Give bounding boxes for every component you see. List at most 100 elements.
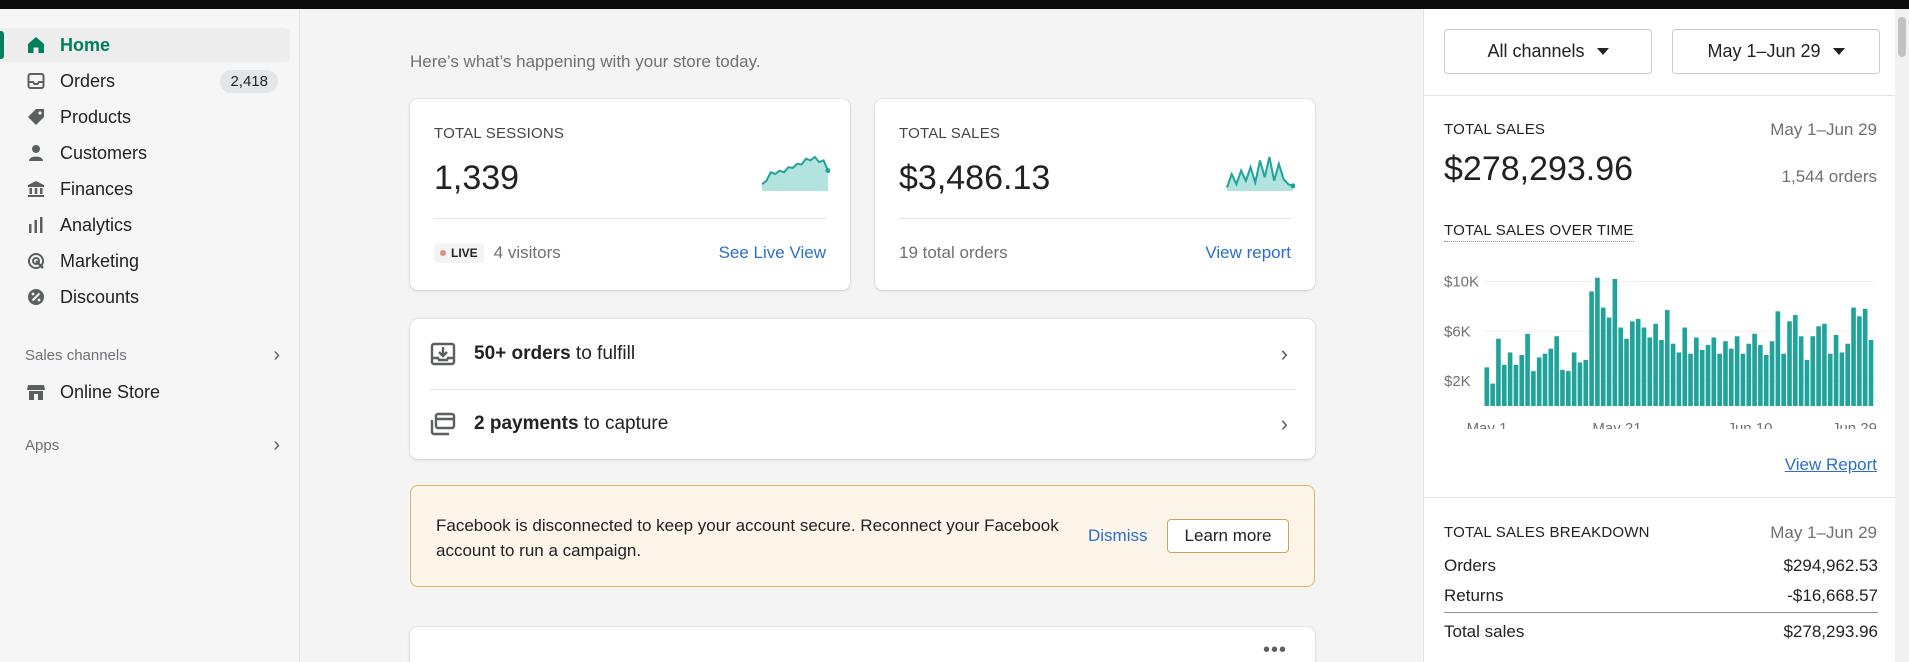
sidebar-item-label: Online Store [60,381,161,402]
channels-selector[interactable]: All channels [1444,29,1652,74]
x-tick-label: Jun 29 [1832,420,1877,429]
sales-bar [1857,316,1862,406]
sales-bar [1752,333,1757,406]
total-sales-range: May 1–Jun 29 [1770,120,1877,139]
payments-suffix: to capture [578,413,669,434]
breakdown-row-returns: Returns -$16,668.57 [1444,586,1878,606]
sales-bar [1519,354,1525,406]
sales-bar [1583,359,1589,406]
sales-bar [1589,291,1594,406]
banner-message: Facebook is disconnected to keep your ac… [436,516,1059,560]
view-report-link[interactable]: View report [1205,243,1291,263]
chevron-right-icon: › [1280,341,1288,366]
discount-icon [26,287,46,307]
fulfill-suffix: to fulfill [570,343,636,364]
breakdown-row-value: $294,962.53 [1783,556,1878,575]
sidebar-item-online-store[interactable]: Online Store [0,375,290,409]
y-tick-label: $6K [1444,323,1471,340]
sidebar-item-finances[interactable]: Finances [0,172,290,206]
sessions-footer: LIVE 4 visitors [434,243,561,263]
more-actions-icon[interactable]: ••• [1263,639,1287,662]
sales-bar [1647,337,1653,406]
sessions-sparkline [761,155,830,191]
dismiss-link[interactable]: Dismiss [1088,526,1148,546]
sales-over-time-title: TOTAL SALES OVER TIME [1444,222,1634,242]
sales-over-time-chart: $10K $6K $2K May 1 May 21 Jun 10 Jun 29 [1444,273,1877,429]
orders-to-fulfill-row[interactable]: 50+ orders to fulfill › [410,319,1314,389]
sales-channels-header[interactable]: Sales channels › [25,343,280,367]
promo-card: ••• [410,627,1315,662]
bank-icon [26,179,46,199]
breakdown-row-label: Orders [1444,556,1496,575]
sales-bar [1705,344,1711,406]
inbox-icon [26,71,46,91]
sessions-label: TOTAL SESSIONS [434,125,565,142]
sales-bar [1787,321,1792,406]
sales-bar [1664,310,1670,406]
divider [899,218,1291,219]
sessions-value: 1,339 [434,159,520,197]
live-label: LIVE [451,246,478,260]
sales-bar [1507,352,1513,406]
sales-bar [1793,315,1798,406]
y-tick-label: $2K [1444,373,1471,390]
sales-bar [1717,353,1722,406]
fulfill-count: 50+ orders [474,343,571,364]
sales-bar [1804,359,1810,406]
sidebar-item-orders[interactable]: Orders 2,418 [0,64,290,98]
sales-bar [1612,278,1618,406]
breakdown-row-value: -$16,668.57 [1787,586,1878,605]
payments-to-capture-row[interactable]: 2 payments to capture › [410,389,1314,459]
sales-bar [1734,336,1740,406]
breakdown-row-label: Total sales [1444,622,1525,641]
sidebar-item-products[interactable]: Products [0,100,290,134]
sales-bar [1775,311,1781,406]
sidebar-item-discounts[interactable]: Discounts [0,280,290,314]
y-tick-label: $10K [1444,273,1479,290]
sidebar-item-analytics[interactable]: Analytics [0,208,290,242]
x-tick-label: May 1 [1467,420,1508,429]
sales-bar [1723,341,1728,406]
sidebar: Home Orders 2,418 Products Customers Fin… [0,9,300,662]
sales-bar [1781,353,1786,406]
breakdown-row-total: Total sales $278,293.96 [1444,622,1878,642]
divider [1424,95,1896,96]
view-report-link[interactable]: View Report [1785,455,1877,475]
sidebar-item-label: Home [60,34,111,55]
learn-more-button[interactable]: Learn more [1167,519,1289,553]
x-tick-label: May 21 [1592,420,1641,429]
date-range-selector[interactable]: May 1–Jun 29 [1672,29,1880,74]
sales-bar [1816,326,1821,406]
sidebar-item-marketing[interactable]: Marketing [0,244,290,278]
facebook-banner: Facebook is disconnected to keep your ac… [410,485,1315,587]
total-sessions-card: TOTAL SESSIONS 1,339 LIVE 4 visitors See… [410,99,850,290]
sidebar-item-home[interactable]: Home [0,28,290,62]
sales-bar [1769,341,1775,406]
sales-bar [1560,369,1565,406]
sales-bar [1822,323,1827,406]
sidebar-item-label: Orders [60,70,116,91]
sales-sparkline [1226,156,1295,191]
sales-bar [1513,364,1519,406]
caret-down-icon [1596,48,1609,55]
target-icon [26,251,46,271]
sales-bar [1862,308,1868,406]
orders-count-badge: 2,418 [220,70,278,93]
caret-down-icon [1832,48,1845,55]
sales-bar [1624,338,1629,406]
scrollbar[interactable] [1895,9,1909,662]
sales-bar [1606,317,1612,406]
sales-bar [1676,352,1682,406]
sales-bar [1758,344,1763,406]
sidebar-item-customers[interactable]: Customers [0,136,290,170]
sales-bar [1740,353,1746,406]
sales-bar [1763,354,1769,406]
scrollbar-thumb[interactable] [1898,17,1906,57]
see-live-view-link[interactable]: See Live View [719,243,826,263]
apps-header[interactable]: Apps › [25,433,280,457]
live-badge: LIVE [434,243,484,263]
sidebar-item-label: Marketing [60,250,140,271]
sales-bar [1682,327,1688,406]
chevron-right-icon: › [273,343,280,366]
sales-bar [1868,339,1874,406]
